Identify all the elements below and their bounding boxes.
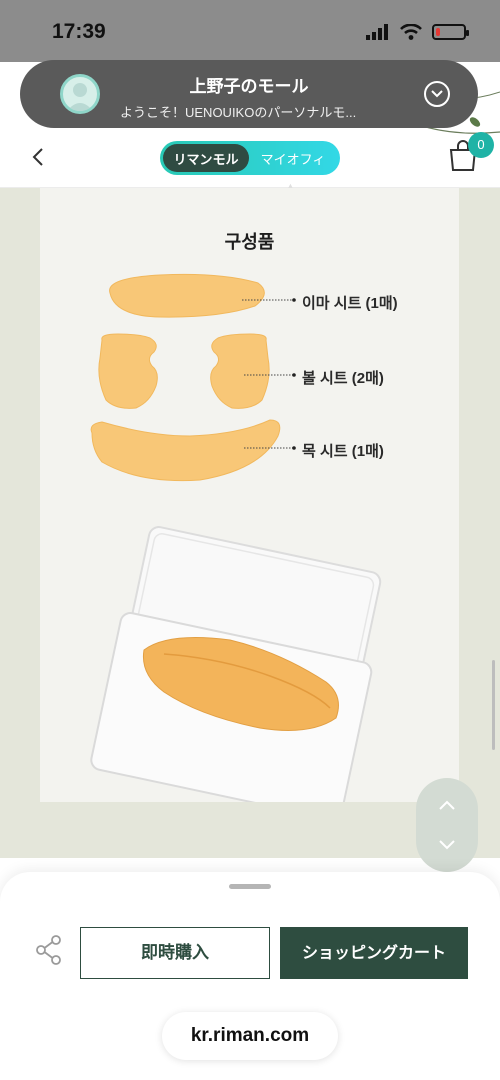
cheek-sheet-right bbox=[210, 333, 270, 409]
buy-now-button[interactable]: 即時購入 bbox=[80, 927, 270, 979]
add-to-cart-button[interactable]: ショッピングカート bbox=[280, 927, 468, 979]
scroll-nav bbox=[416, 778, 478, 872]
back-button[interactable] bbox=[28, 146, 48, 170]
cart-count-badge: 0 bbox=[468, 132, 494, 158]
purchase-sheet: 即時購入 ショッピングカート kr.riman.com bbox=[0, 872, 500, 1080]
status-bar: 17:39 bbox=[0, 0, 500, 62]
store-name: 上野子のモール bbox=[189, 77, 309, 96]
browser-url[interactable]: kr.riman.com bbox=[162, 1012, 338, 1060]
component-label-neck: 목 시트 (1매) bbox=[302, 443, 384, 460]
scroll-up-icon[interactable] bbox=[437, 798, 457, 812]
share-button[interactable] bbox=[34, 934, 64, 966]
cheek-sheet-left bbox=[98, 333, 158, 409]
mall-office-switch[interactable]: リマンモル マイオフィ bbox=[160, 141, 340, 175]
chevron-left-icon bbox=[32, 147, 43, 166]
status-time: 17:39 bbox=[52, 20, 106, 43]
scroll-down-icon[interactable] bbox=[437, 838, 457, 852]
forehead-sheet bbox=[109, 273, 265, 318]
battery-level bbox=[436, 28, 440, 36]
store-banner[interactable]: 上野子のモール ようこそ！UENOUIKOのパーソナルモ... bbox=[20, 60, 478, 128]
wifi-icon bbox=[400, 24, 422, 40]
component-label-forehead: 이마 시트 (1매) bbox=[302, 295, 398, 312]
share-icon bbox=[36, 935, 61, 965]
components-illustration bbox=[90, 273, 382, 802]
component-label-cheek: 볼 시트 (2매) bbox=[302, 370, 384, 387]
store-welcome-text: ようこそ！UENOUIKOのパーソナルモ... bbox=[120, 105, 357, 120]
status-icons bbox=[366, 24, 469, 40]
tab-riman-mall[interactable]: リマンモル bbox=[163, 144, 249, 172]
neck-sheet bbox=[90, 419, 281, 482]
scrollbar[interactable] bbox=[492, 660, 495, 750]
cellular-signal-icon bbox=[366, 24, 388, 40]
expand-toggle[interactable] bbox=[424, 81, 450, 107]
tab-my-office[interactable]: マイオフィ bbox=[249, 149, 337, 168]
chevron-down-icon bbox=[431, 90, 443, 98]
grab-handle[interactable] bbox=[229, 884, 271, 889]
product-image-card: 구성품 이마 시트 (1매) 볼 시트 (2매) 목 시트 (1매) bbox=[40, 188, 459, 802]
battery-icon bbox=[432, 24, 469, 40]
